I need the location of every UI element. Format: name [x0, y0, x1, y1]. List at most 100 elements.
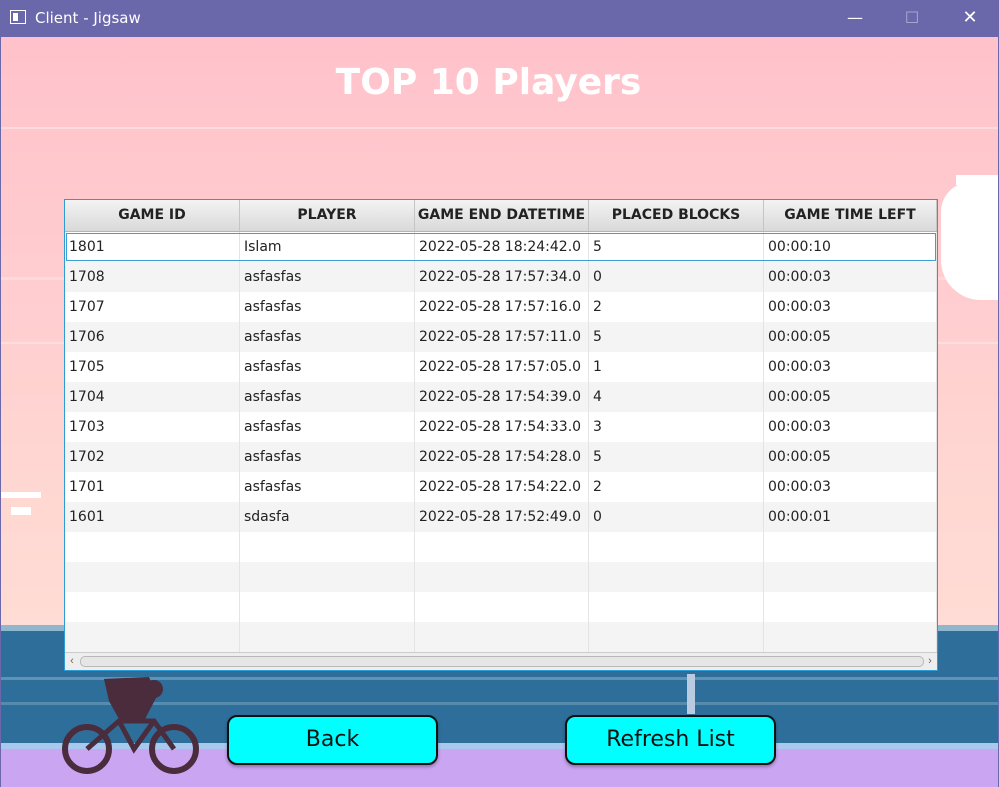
back-button[interactable]: Back: [227, 715, 438, 765]
table-cell: 00:00:05: [764, 322, 937, 352]
table-cell: 2022-05-28 17:57:16.0: [415, 292, 589, 322]
refresh-list-button[interactable]: Refresh List: [565, 715, 776, 765]
table-cell: 0: [589, 262, 764, 292]
table-cell: 00:00:05: [764, 442, 937, 472]
table-cell: 1601: [65, 502, 240, 532]
table-cell: 2022-05-28 17:54:22.0: [415, 472, 589, 502]
table-row[interactable]: 1601 sdasfa 2022-05-28 17:52:49.0 0 00:00:01: [65, 502, 937, 532]
table-cell: 2022-05-28 17:54:28.0: [415, 442, 589, 472]
column-header-game-end-datetime[interactable]: GAME END DATETIME: [415, 200, 589, 231]
table-row[interactable]: 1701 asfasfas 2022-05-28 17:54:22.0 2 00:00:…: [65, 472, 937, 502]
column-header-game-time-left[interactable]: GAME TIME LEFT: [764, 200, 937, 231]
table-cell: [764, 592, 937, 622]
table-cell: [415, 562, 589, 592]
table-cell: 1706: [65, 322, 240, 352]
table-cell: 2: [589, 472, 764, 502]
table-cell: [589, 622, 764, 652]
table-row[interactable]: 1705 asfasfas 2022-05-28 17:57:05.0 1 00:00:…: [65, 352, 937, 382]
table-row[interactable]: 1702 asfasfas 2022-05-28 17:54:28.0 5 00:00:…: [65, 442, 937, 472]
cloud: [941, 182, 998, 300]
table-cell: 1701: [65, 472, 240, 502]
table-cell: asfasfas: [240, 262, 415, 292]
cloud: [1, 492, 41, 498]
table-row[interactable]: 1706 asfasfas 2022-05-28 17:57:11.0 5 00:00:…: [65, 322, 937, 352]
table-cell: 2022-05-28 17:54:33.0: [415, 412, 589, 442]
table-cell: [240, 562, 415, 592]
table-body: 1801 Islam 2022-05-28 18:24:42.0 5 00:00:10 1…: [65, 232, 937, 652]
table-cell: [240, 622, 415, 652]
table-cell: 2022-05-28 17:52:49.0: [415, 502, 589, 532]
scroll-right-arrow-icon[interactable]: ›: [923, 653, 937, 670]
table-cell: [589, 592, 764, 622]
empty-table-row[interactable]: [65, 532, 937, 562]
table-cell: 00:00:03: [764, 412, 937, 442]
table-cell: 1708: [65, 262, 240, 292]
table-row[interactable]: 1703 asfasfas 2022-05-28 17:54:33.0 3 00:00:…: [65, 412, 937, 442]
page-title: TOP 10 Players: [335, 62, 642, 103]
window-title: Client - Jigsaw: [35, 9, 141, 27]
empty-table-row[interactable]: [65, 562, 937, 592]
table-cell: [65, 562, 240, 592]
maximize-button[interactable]: ☐: [883, 0, 941, 37]
table-cell: 00:00:03: [764, 352, 937, 382]
leaderboard-table[interactable]: GAME ID PLAYER GAME END DATETIME PLACED …: [64, 199, 938, 671]
table-cell: asfasfas: [240, 292, 415, 322]
table-cell: 2022-05-28 17:54:39.0: [415, 382, 589, 412]
table-row[interactable]: 1707 asfasfas 2022-05-28 17:57:16.0 2 00:00:…: [65, 292, 937, 322]
horizontal-scrollbar[interactable]: ‹ ›: [65, 652, 937, 670]
table-cell: asfasfas: [240, 442, 415, 472]
table-cell: 00:00:01: [764, 502, 937, 532]
column-header-placed-blocks[interactable]: PLACED BLOCKS: [589, 200, 764, 231]
column-header-player[interactable]: PLAYER: [240, 200, 415, 231]
table-row[interactable]: 1704 asfasfas 2022-05-28 17:54:39.0 4 00:00:…: [65, 382, 937, 412]
column-header-game-id[interactable]: GAME ID: [65, 200, 240, 231]
table-cell: asfasfas: [240, 412, 415, 442]
table-cell: [65, 592, 240, 622]
table-cell: 00:00:03: [764, 292, 937, 322]
close-button[interactable]: ✕: [941, 0, 999, 37]
lighthouse: [687, 674, 695, 714]
table-cell: 00:00:03: [764, 472, 937, 502]
table-cell: 2022-05-28 18:24:42.0: [415, 232, 589, 262]
table-cell: 4: [589, 382, 764, 412]
table-cell: 1707: [65, 292, 240, 322]
table-cell: 2022-05-28 17:57:11.0: [415, 322, 589, 352]
cloud: [11, 507, 31, 515]
table-cell: [764, 532, 937, 562]
table-cell: asfasfas: [240, 382, 415, 412]
empty-table-row[interactable]: [65, 592, 937, 622]
table-cell: asfasfas: [240, 352, 415, 382]
table-cell: [589, 562, 764, 592]
empty-table-row[interactable]: [65, 622, 937, 652]
table-cell: 5: [589, 322, 764, 352]
table-cell: 1702: [65, 442, 240, 472]
table-cell: sdasfa: [240, 502, 415, 532]
table-row[interactable]: 1708 asfasfas 2022-05-28 17:57:34.0 0 00:00:…: [65, 262, 937, 292]
table-cell: 5: [589, 232, 764, 262]
table-cell: 1: [589, 352, 764, 382]
sky-streak: [1, 127, 998, 129]
scrollbar-thumb[interactable]: [80, 656, 924, 667]
minimize-button[interactable]: —: [826, 0, 884, 37]
table-row[interactable]: 1801 Islam 2022-05-28 18:24:42.0 5 00:00:10: [65, 232, 937, 262]
table-cell: [65, 622, 240, 652]
table-cell: [240, 592, 415, 622]
table-cell: 1704: [65, 382, 240, 412]
table-cell: Islam: [240, 232, 415, 262]
table-cell: 2022-05-28 17:57:05.0: [415, 352, 589, 382]
table-cell: [415, 622, 589, 652]
window-titlebar: Client - Jigsaw — ☐ ✕: [0, 0, 999, 37]
table-cell: [415, 592, 589, 622]
table-cell: 3: [589, 412, 764, 442]
app-icon: [10, 10, 26, 24]
table-cell: 5: [589, 442, 764, 472]
table-cell: 1801: [65, 232, 240, 262]
table-cell: 1705: [65, 352, 240, 382]
table-header: GAME ID PLAYER GAME END DATETIME PLACED …: [65, 200, 937, 232]
table-cell: 00:00:05: [764, 382, 937, 412]
table-cell: asfasfas: [240, 322, 415, 352]
table-cell: [415, 532, 589, 562]
cyclist-sprite: [62, 677, 199, 774]
scroll-left-arrow-icon[interactable]: ‹: [65, 653, 79, 670]
table-cell: [589, 532, 764, 562]
